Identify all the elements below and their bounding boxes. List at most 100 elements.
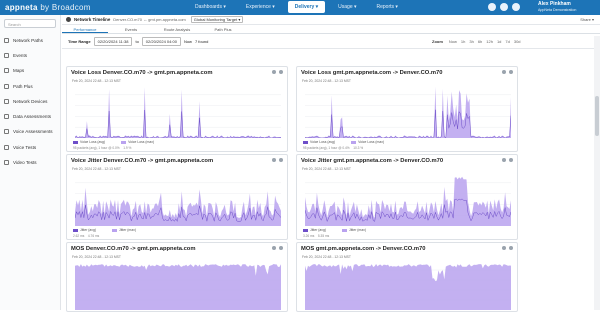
settings-icon[interactable] bbox=[488, 3, 496, 11]
zoom-6h[interactable]: 6h bbox=[478, 39, 482, 44]
path-status-icon bbox=[66, 17, 71, 22]
voice-assessments-icon bbox=[4, 128, 9, 134]
zoom-12h[interactable]: 12h bbox=[486, 39, 493, 44]
search-input[interactable]: Search bbox=[4, 19, 56, 28]
path-name: Denver.CO.m70 ↔ gmt.pm.appneta.com bbox=[113, 17, 186, 22]
gear-icon[interactable] bbox=[509, 246, 513, 250]
path-plus-icon bbox=[4, 83, 9, 89]
voice-tests-icon bbox=[4, 144, 9, 150]
chart-panel-voice-jitter-out: Voice Jitter Denver.CO.m70 -> gmt.pm.app… bbox=[66, 154, 288, 240]
panel-title: Voice Jitter Denver.CO.m70 -> gmt.pm.app… bbox=[71, 158, 214, 164]
voice-loss-chart[interactable] bbox=[75, 84, 281, 138]
link-icon[interactable] bbox=[502, 158, 506, 162]
sidebar-item-network-devices[interactable]: Network Devices bbox=[0, 96, 61, 106]
sidebar-item-events[interactable]: Events bbox=[0, 50, 61, 60]
sidebar-item-data-assessments[interactable]: Data Assessments bbox=[0, 111, 61, 121]
zoom-label: Zoom bbox=[432, 39, 443, 44]
zoom-7d[interactable]: 7d bbox=[505, 39, 509, 44]
sidebar-item-voice-tests[interactable]: Voice Tests bbox=[0, 142, 61, 152]
chart-legend: Voice Loss (avg) Voice Loss (max) bbox=[303, 140, 384, 144]
share-button[interactable]: Share ▾ bbox=[580, 17, 594, 22]
page-title: Network Timeline bbox=[74, 17, 111, 22]
help-icon[interactable] bbox=[500, 3, 508, 11]
nav-usage[interactable]: Usage ▾ bbox=[331, 1, 363, 13]
panel-actions bbox=[502, 158, 513, 162]
sidebar-item-voice-assessments[interactable]: Voice Assessments bbox=[0, 126, 61, 136]
gear-icon[interactable] bbox=[279, 70, 283, 74]
user-org: AppNeta Demonstration bbox=[538, 7, 577, 12]
chart-panel-voice-loss-in: Voice Loss gmt.pm.appneta.com -> Denver.… bbox=[296, 66, 518, 152]
page-scrollbar[interactable] bbox=[594, 36, 600, 310]
network-devices-icon bbox=[4, 98, 9, 104]
mos-chart[interactable] bbox=[305, 260, 511, 310]
sidebar-item-video-tests[interactable]: Video Tests bbox=[0, 157, 61, 167]
series-line-avg bbox=[305, 109, 511, 138]
panel-title: Voice Loss gmt.pm.appneta.com -> Denver.… bbox=[301, 70, 443, 76]
gear-icon[interactable] bbox=[279, 246, 283, 250]
series-area-max bbox=[75, 264, 281, 310]
zoom-1d[interactable]: 1d bbox=[497, 39, 501, 44]
time-from-input[interactable]: 02/20/2024 11:38 bbox=[93, 37, 133, 46]
series-area-max bbox=[305, 264, 511, 310]
link-icon[interactable] bbox=[502, 246, 506, 250]
gear-icon[interactable] bbox=[509, 158, 513, 162]
chart-legend: Jitter (avg) Jitter (max) bbox=[303, 228, 366, 232]
user-menu[interactable]: Alex Pinkham AppNeta Demonstration bbox=[538, 1, 577, 13]
nav-dashboards[interactable]: Dashboards ▾ bbox=[188, 1, 233, 13]
tab-route-analysis[interactable]: Route Analysis bbox=[154, 26, 200, 33]
nav-delivery[interactable]: Delivery ▾ bbox=[287, 1, 326, 13]
link-icon[interactable] bbox=[272, 158, 276, 162]
now-checkbox[interactable]: Now bbox=[184, 39, 192, 44]
link-icon[interactable] bbox=[272, 70, 276, 74]
zoom-3h[interactable]: 3h bbox=[469, 39, 473, 44]
time-to-input[interactable]: 02/20/2024 04:00 bbox=[141, 37, 181, 46]
network-paths-icon bbox=[4, 37, 9, 43]
appneta-logo[interactable]: appneta by Broadcom bbox=[5, 3, 91, 12]
panel-date-range: Feb 20, 2024 22:48 - 12:13 MST bbox=[302, 255, 352, 259]
chart-panel-mos-in: MOS gmt.pm.appneta.com -> Denver.CO.m70 … bbox=[296, 242, 518, 312]
sidebar: Search Network Paths Events Maps Path Pl… bbox=[0, 15, 61, 310]
sidebar-item-path-plus[interactable]: Path Plus bbox=[0, 81, 61, 91]
chart-legend: Voice Loss (avg) Voice Loss (max) bbox=[73, 140, 154, 144]
panel-actions bbox=[502, 70, 513, 74]
notifications-icon[interactable] bbox=[512, 3, 520, 11]
data-assessments-icon bbox=[4, 113, 9, 119]
time-to-label: to bbox=[135, 39, 139, 44]
panel-actions bbox=[502, 246, 513, 250]
panel-summary: 3.26 ms 5.35 ms bbox=[303, 234, 330, 238]
panel-summary: 95 packets (avg), 1 hour @ 0.4% 10.3 % bbox=[303, 146, 364, 150]
scroll-thumb[interactable] bbox=[595, 96, 599, 136]
gear-icon[interactable] bbox=[279, 158, 283, 162]
top-navigation-bar: appneta by Broadcom Dashboards ▾ Experie… bbox=[0, 0, 600, 15]
panel-date-range: Feb 20, 2024 22:48 - 12:13 MST bbox=[72, 167, 122, 171]
zoom-1h[interactable]: 1h bbox=[461, 39, 465, 44]
panel-title: Voice Loss Denver.CO.m70 -> gmt.pm.appne… bbox=[71, 70, 213, 76]
panel-date-range: Feb 20, 2024 22:48 - 12:13 MST bbox=[302, 79, 352, 83]
zoom-30d[interactable]: 30d bbox=[514, 39, 521, 44]
chart-panel-voice-loss-out: Voice Loss Denver.CO.m70 -> gmt.pm.appne… bbox=[66, 66, 288, 152]
main-nav: Dashboards ▾ Experience ▾ Delivery ▾ Usa… bbox=[188, 1, 405, 13]
tab-events[interactable]: Events bbox=[108, 26, 154, 33]
link-icon[interactable] bbox=[272, 246, 276, 250]
voice-jitter-chart[interactable] bbox=[75, 172, 281, 226]
gear-icon[interactable] bbox=[509, 70, 513, 74]
time-range-bar: Time Range 02/20/2024 11:38 to 02/20/202… bbox=[62, 35, 600, 49]
tab-performance[interactable]: Performance bbox=[62, 26, 108, 33]
panel-actions bbox=[272, 70, 283, 74]
panel-title: MOS Denver.CO.m70 -> gmt.pm.appneta.com bbox=[71, 246, 196, 252]
maps-icon bbox=[4, 67, 9, 73]
panel-summary: 2.62 ms 4.76 ms bbox=[73, 234, 100, 238]
zoom-now[interactable]: Now bbox=[449, 39, 457, 44]
tab-path-plus[interactable]: Path Plus bbox=[200, 26, 246, 33]
voice-loss-chart[interactable] bbox=[305, 84, 511, 138]
time-range-label: Time Range bbox=[68, 39, 91, 44]
mos-chart[interactable] bbox=[75, 260, 281, 310]
toolbar-icons bbox=[488, 3, 520, 11]
target-dropdown[interactable]: Global Monitoring Target ▾ bbox=[190, 16, 244, 23]
voice-jitter-chart[interactable] bbox=[305, 172, 511, 226]
link-icon[interactable] bbox=[502, 70, 506, 74]
sidebar-item-maps[interactable]: Maps bbox=[0, 65, 61, 75]
nav-experience[interactable]: Experience ▾ bbox=[239, 1, 282, 13]
sidebar-item-network-paths[interactable]: Network Paths bbox=[0, 35, 61, 45]
nav-reports[interactable]: Reports ▾ bbox=[370, 1, 405, 13]
